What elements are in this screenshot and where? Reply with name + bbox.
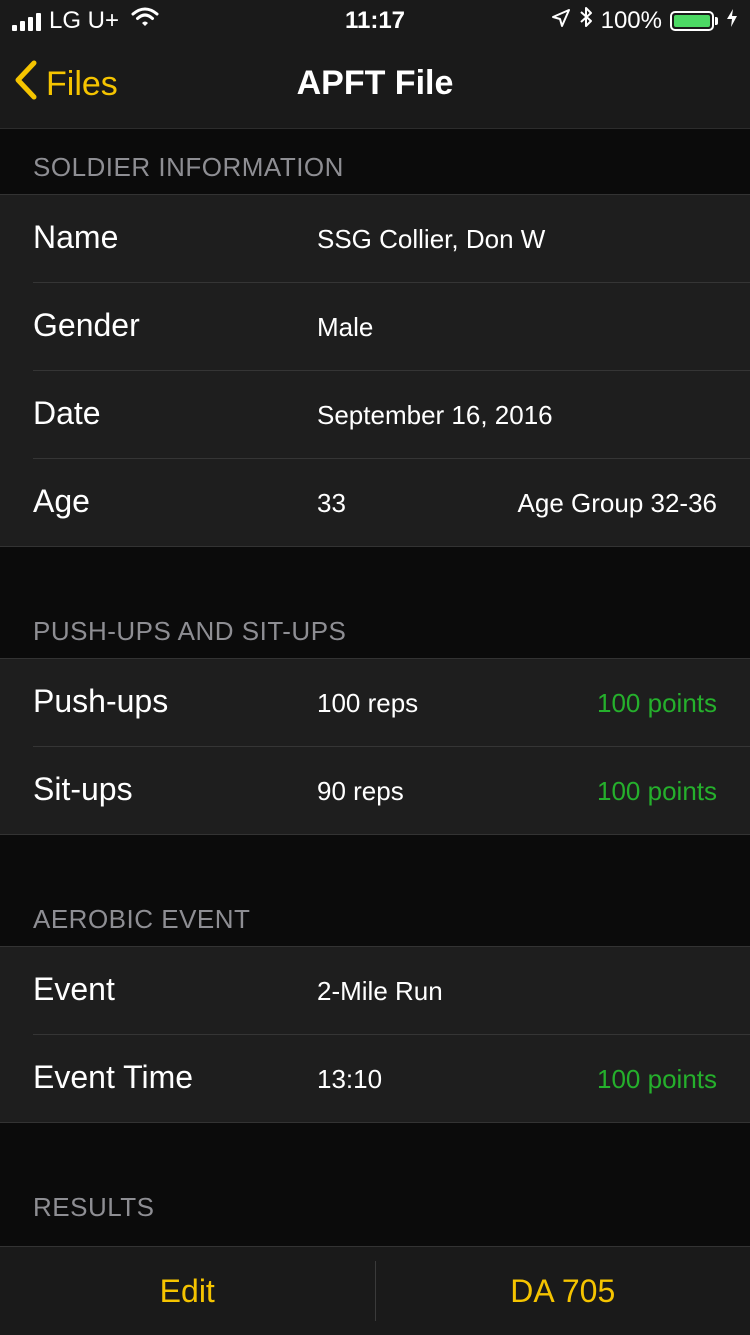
pushups-situps-group: Push-ups 100 reps 100 points Sit-ups 90 …: [0, 658, 750, 835]
row-event[interactable]: Event 2-Mile Run: [0, 947, 750, 1034]
row-value: 2-Mile Run: [317, 976, 443, 1007]
points-label: 100 points: [597, 688, 717, 719]
navigation-bar: Files APFT File: [0, 40, 750, 129]
row-label: Age: [33, 483, 90, 520]
aerobic-event-group: Event 2-Mile Run Event Time 13:10 100 po…: [0, 946, 750, 1123]
da705-button[interactable]: DA 705: [376, 1247, 750, 1335]
edit-button[interactable]: Edit: [0, 1247, 375, 1335]
battery-icon: [670, 11, 714, 31]
points-label: 100 points: [597, 1064, 717, 1095]
row-value: 13:10: [317, 1064, 382, 1095]
row-gender[interactable]: Gender Male: [0, 282, 750, 370]
section-header-results: RESULTS: [0, 1192, 750, 1223]
row-push-ups[interactable]: Push-ups 100 reps 100 points: [0, 659, 750, 746]
row-value: September 16, 2016: [317, 400, 553, 431]
row-label: Name: [33, 219, 118, 256]
row-event-time[interactable]: Event Time 13:10 100 points: [0, 1034, 750, 1122]
row-label: Date: [33, 395, 101, 432]
section-header-pushups-situps: PUSH-UPS AND SIT-UPS: [0, 616, 750, 647]
bottom-toolbar: Edit DA 705: [0, 1246, 750, 1335]
row-sit-ups[interactable]: Sit-ups 90 reps 100 points: [0, 746, 750, 834]
charging-icon: [726, 7, 738, 35]
row-label: Sit-ups: [33, 771, 133, 808]
page-title: APFT File: [0, 64, 750, 103]
section-header-soldier-information: SOLDIER INFORMATION: [0, 152, 750, 183]
row-label: Event Time: [33, 1059, 193, 1096]
soldier-information-group: Name SSG Collier, Don W Gender Male Date…: [0, 194, 750, 547]
points-label: 100 points: [597, 776, 717, 807]
row-value: Male: [317, 312, 373, 343]
section-header-aerobic-event: AEROBIC EVENT: [0, 904, 750, 935]
battery-cap: [715, 17, 718, 25]
row-age[interactable]: Age 33 Age Group 32-36: [0, 458, 750, 546]
row-value: 90 reps: [317, 776, 404, 807]
row-value: SSG Collier, Don W: [317, 224, 545, 255]
row-label: Push-ups: [33, 683, 168, 720]
status-bar: LG U+ 11:17 100%: [0, 0, 750, 40]
row-label: Gender: [33, 307, 140, 344]
row-label: Event: [33, 971, 115, 1008]
battery-fill: [674, 15, 710, 27]
row-name[interactable]: Name SSG Collier, Don W: [0, 195, 750, 282]
age-group-label: Age Group 32-36: [518, 488, 717, 519]
row-value: 100 reps: [317, 688, 418, 719]
row-date[interactable]: Date September 16, 2016: [0, 370, 750, 458]
row-value: 33: [317, 488, 346, 519]
battery-percent: 100%: [601, 7, 662, 35]
bluetooth-icon: [579, 6, 593, 35]
status-right: 100%: [543, 6, 738, 35]
location-icon: [551, 7, 571, 35]
